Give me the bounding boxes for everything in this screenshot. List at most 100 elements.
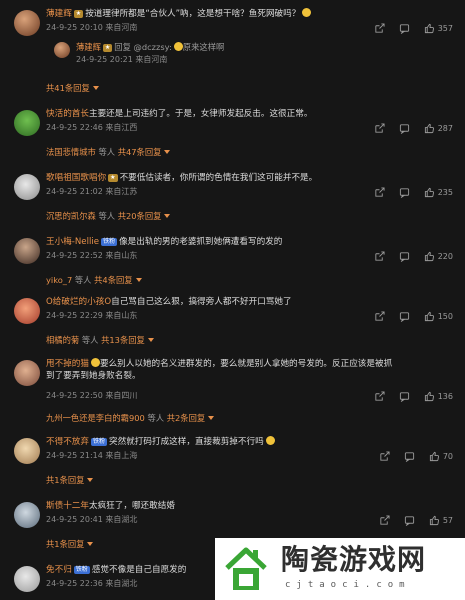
reply-user[interactable]: 九州一色还是李白的霸900 xyxy=(46,413,145,423)
comment-username[interactable]: 不得不放弃 xyxy=(46,437,89,447)
thumbs-up-icon xyxy=(424,251,434,261)
avatar[interactable] xyxy=(14,502,40,528)
more-replies[interactable]: 共1条回复 xyxy=(46,539,84,549)
comment-username[interactable]: 快活的酋长 xyxy=(46,109,89,119)
thumbs-up-icon xyxy=(424,23,434,33)
like-count: 150 xyxy=(437,311,453,321)
comment-time: 24-9-25 22:46 xyxy=(46,123,103,132)
avatar[interactable] xyxy=(14,110,40,136)
comment-item: 甩不掉的猫 要么别人以她的名义进群发的，要么就是别人拿她的号发的。反正应该是被抓到… xyxy=(0,358,465,428)
more-replies[interactable]: 共20条回复 xyxy=(118,211,162,221)
more-replies[interactable]: 共13条回复 xyxy=(101,335,145,345)
chevron-down-icon xyxy=(87,478,94,482)
comment-username[interactable]: 薄建辉 xyxy=(46,9,72,19)
comment-username[interactable]: O给破烂的小孩O xyxy=(46,297,111,307)
view-replies-link[interactable]: 共41条回复 xyxy=(46,82,99,94)
watermark-title: 陶瓷游戏网 xyxy=(281,543,427,576)
thumbs-up-icon xyxy=(424,187,434,197)
comment-username[interactable]: 王小梅-Nellie xyxy=(46,237,99,247)
view-replies-link[interactable]: yiko_7 等人 共4条回复 xyxy=(46,274,142,286)
like-button[interactable]: 57 xyxy=(429,515,453,526)
reply-preview: 薄建辉 ★ 回复 @dczzsy: 原来这样啊 24-9-25 20:21 来自河南 xyxy=(46,38,451,86)
reply-username[interactable]: 薄建辉 xyxy=(76,42,101,52)
view-replies-link[interactable]: 九州一色还是李白的霸900 等人 共2条回复 xyxy=(46,412,215,424)
comment-username[interactable]: 歌唱祖国歌唱你 xyxy=(46,173,106,183)
comment-icon xyxy=(399,251,409,262)
like-button[interactable]: 220 xyxy=(424,251,453,262)
replies-others-label: 等人 xyxy=(74,275,92,285)
reply-button[interactable] xyxy=(404,451,415,462)
more-replies[interactable]: 共1条回复 xyxy=(46,475,84,485)
like-button[interactable]: 287 xyxy=(424,123,453,134)
thumbs-up-icon xyxy=(424,123,434,133)
avatar[interactable] xyxy=(14,174,40,200)
comment-icon xyxy=(399,311,409,322)
reply-user[interactable]: 法国悲情城市 xyxy=(46,147,96,157)
reply-button[interactable] xyxy=(399,251,410,262)
share-button[interactable] xyxy=(374,186,385,198)
reply-text: 回复 @dczzsy: xyxy=(114,42,172,52)
chevron-down-icon xyxy=(87,542,94,546)
comment-text: 主要还是上司违约了。于是，女律师发起反击。这很正常。 xyxy=(88,109,313,119)
avatar[interactable] xyxy=(14,10,40,36)
view-replies-link[interactable]: 沉思的凯尔森 等人 共20条回复 xyxy=(46,210,171,222)
comment-time: 24-9-25 22:29 xyxy=(46,311,103,320)
comment-actions: 287 xyxy=(374,122,453,134)
avatar[interactable] xyxy=(14,566,40,592)
fan-badge: 铁粉 xyxy=(73,566,90,574)
reply-button[interactable] xyxy=(399,23,410,34)
more-replies[interactable]: 共47条回复 xyxy=(118,147,162,157)
view-replies-link[interactable]: 相橘的菊 等人 共13条回复 xyxy=(46,334,154,346)
comment-actions: 70 xyxy=(379,450,453,462)
share-button[interactable] xyxy=(374,250,385,262)
more-replies[interactable]: 共2条回复 xyxy=(167,413,205,423)
reply-button[interactable] xyxy=(404,515,415,526)
view-replies-link[interactable]: 共1条回复 xyxy=(46,538,94,550)
view-replies-link[interactable]: 法国悲情城市 等人 共47条回复 xyxy=(46,146,171,158)
reply-user[interactable]: 相橘的菊 xyxy=(46,335,79,345)
reply-button[interactable] xyxy=(399,187,410,198)
view-replies-link[interactable]: 共1条回复 xyxy=(46,474,94,486)
share-icon xyxy=(380,514,390,525)
like-button[interactable]: 235 xyxy=(424,187,453,198)
comment-username[interactable]: 免不归 xyxy=(46,565,72,575)
like-button[interactable]: 70 xyxy=(429,451,453,462)
avatar[interactable] xyxy=(14,360,40,386)
reply-button[interactable] xyxy=(399,123,410,134)
comment-location: 来自山东 xyxy=(105,251,138,260)
like-button[interactable]: 136 xyxy=(424,391,453,402)
comment-text: 自己骂自己这么狠，搞得旁人都不好开口骂她了 xyxy=(111,297,292,307)
share-button[interactable] xyxy=(379,514,390,526)
more-replies[interactable]: 共41条回复 xyxy=(46,83,90,93)
like-button[interactable]: 357 xyxy=(424,23,453,34)
reply-button[interactable] xyxy=(399,311,410,322)
reply-time: 24-9-25 20:21 xyxy=(76,55,133,64)
avatar[interactable] xyxy=(54,42,70,58)
share-button[interactable] xyxy=(374,122,385,134)
comment-text: 突然就打码打成这样，直接裁剪掉不行吗 xyxy=(109,437,264,447)
share-button[interactable] xyxy=(374,390,385,402)
avatar[interactable] xyxy=(14,438,40,464)
share-icon xyxy=(375,22,385,33)
more-replies[interactable]: 共4条回复 xyxy=(94,275,132,285)
comment-time: 24-9-25 22:52 xyxy=(46,251,103,260)
reply-user[interactable]: yiko_7 xyxy=(46,275,72,285)
reply-button[interactable] xyxy=(399,391,410,402)
like-button[interactable]: 150 xyxy=(424,311,453,322)
avatar[interactable] xyxy=(14,298,40,324)
reply-user[interactable]: 沉思的凯尔森 xyxy=(46,211,96,221)
comment-time: 24-9-25 20:10 xyxy=(46,23,103,32)
comment-username[interactable]: 甩不掉的猫 xyxy=(46,359,89,369)
comment-username[interactable]: 斯债十二年 xyxy=(46,501,89,511)
fan-badge: ★ xyxy=(108,174,118,182)
comment-time: 24-9-25 22:36 xyxy=(46,579,103,588)
comment-actions: 235 xyxy=(374,186,453,198)
comment-location: 来自四川 xyxy=(105,391,138,400)
avatar[interactable] xyxy=(14,238,40,264)
share-button[interactable] xyxy=(374,310,385,322)
share-icon xyxy=(375,390,385,401)
comment-text: 感觉不像是自己自愿发的 xyxy=(91,565,187,575)
comment-location: 来自湖北 xyxy=(105,515,138,524)
share-button[interactable] xyxy=(374,22,385,34)
share-button[interactable] xyxy=(379,450,390,462)
